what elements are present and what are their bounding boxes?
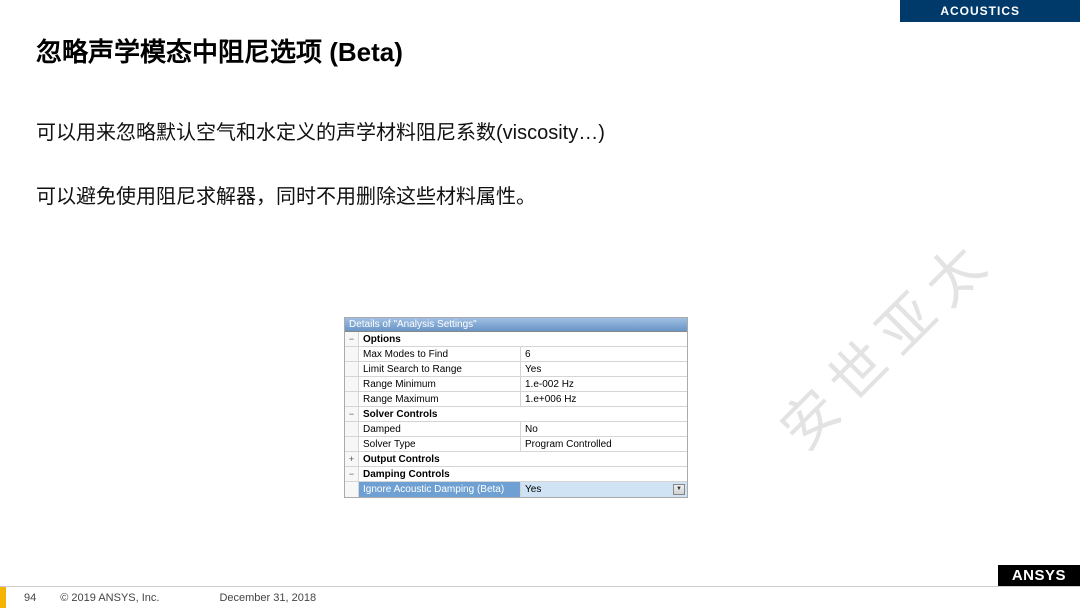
expand-icon[interactable]: + bbox=[345, 452, 359, 466]
watermark: 安世亚太 bbox=[759, 216, 1009, 466]
row-label: Solver Type bbox=[359, 437, 521, 451]
row-label: Limit Search to Range bbox=[359, 362, 521, 376]
row-limit-search[interactable]: Limit Search to Range Yes bbox=[345, 362, 687, 377]
row-label: Damped bbox=[359, 422, 521, 436]
body-paragraph-2: 可以避免使用阻尼求解器，同时不用删除这些材料属性。 bbox=[36, 182, 536, 212]
row-label: Ignore Acoustic Damping (Beta) bbox=[359, 482, 521, 497]
row-value[interactable]: 1.e+006 Hz bbox=[521, 392, 687, 406]
section-output-controls[interactable]: + Output Controls bbox=[345, 452, 687, 467]
row-value[interactable]: No bbox=[521, 422, 687, 436]
row-label: Max Modes to Find bbox=[359, 347, 521, 361]
slide-date: December 31, 2018 bbox=[219, 592, 316, 604]
expand-icon[interactable]: − bbox=[345, 467, 359, 481]
row-indicator bbox=[345, 347, 359, 361]
panel-title: Details of "Analysis Settings" bbox=[345, 318, 687, 332]
row-indicator bbox=[345, 422, 359, 436]
section-label: Output Controls bbox=[359, 452, 687, 466]
row-indicator bbox=[345, 437, 359, 451]
row-indicator bbox=[345, 377, 359, 391]
row-value-dropdown[interactable]: Yes ▼ bbox=[521, 482, 687, 497]
row-value[interactable]: 6 bbox=[521, 347, 687, 361]
body-paragraph-1: 可以用来忽略默认空气和水定义的声学材料阻尼系数(viscosity…) bbox=[36, 118, 605, 148]
row-label: Range Minimum bbox=[359, 377, 521, 391]
page-number: 94 bbox=[24, 592, 36, 604]
row-max-modes[interactable]: Max Modes to Find 6 bbox=[345, 347, 687, 362]
footer-accent bbox=[0, 587, 6, 608]
row-value[interactable]: Yes bbox=[521, 362, 687, 376]
section-damping-controls[interactable]: − Damping Controls bbox=[345, 467, 687, 482]
section-label: Solver Controls bbox=[359, 407, 687, 421]
slide-footer: 94 © 2019 ANSYS, Inc. December 31, 2018 bbox=[0, 586, 1080, 608]
row-ignore-acoustic-damping[interactable]: Ignore Acoustic Damping (Beta) Yes ▼ bbox=[345, 482, 687, 497]
analysis-settings-panel: Details of "Analysis Settings" − Options… bbox=[344, 317, 688, 498]
row-range-max[interactable]: Range Maximum 1.e+006 Hz bbox=[345, 392, 687, 407]
ansys-logo: ANSYS bbox=[998, 565, 1080, 586]
row-indicator bbox=[345, 362, 359, 376]
category-tab: ACOUSTICS bbox=[900, 0, 1080, 22]
chevron-down-icon[interactable]: ▼ bbox=[673, 484, 685, 495]
slide-title: 忽略声学模态中阻尼选项 (Beta) bbox=[36, 32, 403, 69]
dropdown-selected-value: Yes bbox=[525, 484, 541, 495]
row-damped[interactable]: Damped No bbox=[345, 422, 687, 437]
expand-icon[interactable]: − bbox=[345, 407, 359, 421]
copyright: © 2019 ANSYS, Inc. bbox=[60, 592, 159, 604]
row-label: Range Maximum bbox=[359, 392, 521, 406]
row-indicator bbox=[345, 392, 359, 406]
section-label: Options bbox=[359, 332, 687, 346]
expand-icon[interactable]: − bbox=[345, 332, 359, 346]
row-indicator bbox=[345, 482, 359, 497]
row-solver-type[interactable]: Solver Type Program Controlled bbox=[345, 437, 687, 452]
section-options[interactable]: − Options bbox=[345, 332, 687, 347]
section-label: Damping Controls bbox=[359, 467, 687, 481]
section-solver-controls[interactable]: − Solver Controls bbox=[345, 407, 687, 422]
row-value[interactable]: Program Controlled bbox=[521, 437, 687, 451]
row-range-min[interactable]: Range Minimum 1.e-002 Hz bbox=[345, 377, 687, 392]
row-value[interactable]: 1.e-002 Hz bbox=[521, 377, 687, 391]
